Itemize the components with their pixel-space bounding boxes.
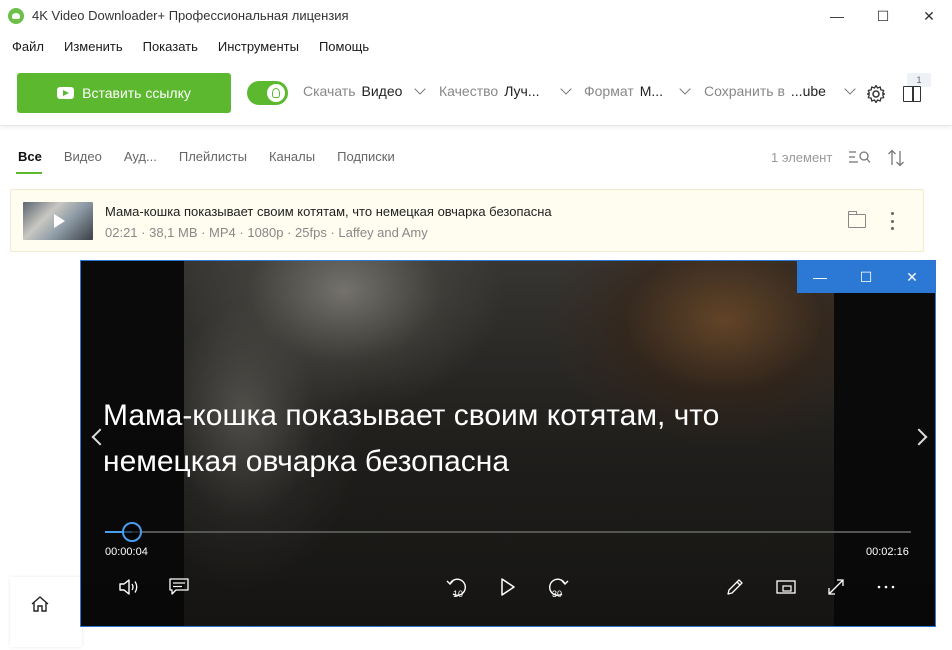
seek-handle[interactable] (121, 522, 142, 542)
save-location-select[interactable]: Сохранить в ...ube (704, 82, 856, 99)
settings-gear-icon[interactable] (866, 84, 886, 104)
mini-view-icon (776, 580, 796, 594)
fullscreen-icon (828, 579, 844, 595)
download-type-value: Видео (361, 83, 403, 99)
chevron-down-icon (414, 82, 427, 95)
toolbar: Вставить ссылку Скачать Видео Качество Л… (0, 62, 952, 126)
subtitles-icon (169, 578, 189, 595)
menu-tools[interactable]: Инструменты (208, 36, 309, 58)
chevron-down-icon (844, 82, 856, 95)
format-label: Формат (584, 83, 634, 99)
quality-value: Луч... (504, 83, 540, 99)
sort-icon[interactable] (887, 149, 905, 167)
more-options-icon[interactable] (891, 212, 895, 230)
home-icon[interactable] (31, 596, 49, 612)
filter-tabs: Все Видео Ауд... Плейлисты Каналы Подпис… (0, 146, 395, 174)
tab-channels[interactable]: Каналы (269, 146, 315, 174)
total-time: 00:02:16 (866, 546, 909, 558)
tab-playlists[interactable]: Плейлисты (179, 146, 247, 174)
search-list-icon[interactable] (849, 150, 871, 164)
video-thumbnail[interactable] (23, 202, 93, 240)
fullscreen-button[interactable] (822, 573, 850, 601)
skip-back-icon: 10 (446, 578, 466, 599)
smart-mode-toggle[interactable] (247, 81, 288, 105)
subtitles-button[interactable] (165, 573, 193, 601)
download-item-title: Мама-кошка показывает своим котятам, что… (105, 204, 552, 219)
minimize-button[interactable]: — (814, 0, 860, 32)
skip-back-label: 10 (453, 589, 463, 599)
volume-icon (119, 579, 138, 595)
player-title-bar: — ☐ ✕ (797, 261, 935, 293)
lightbulb-icon (272, 88, 280, 98)
play-icon (54, 214, 65, 228)
skip-back-button[interactable]: 10 (443, 573, 471, 601)
quality-select[interactable]: Качество Луч... (439, 82, 572, 99)
pencil-icon (727, 579, 743, 595)
toggle-knob (267, 84, 285, 102)
app-logo-icon (8, 8, 24, 24)
skip-forward-label: 30 (552, 589, 562, 599)
skip-forward-icon: 30 (549, 578, 569, 599)
chevron-down-icon (559, 82, 572, 95)
format-value: M... (639, 83, 664, 99)
current-time: 00:00:04 (105, 546, 148, 558)
close-button[interactable]: ✕ (906, 0, 952, 32)
video-player-window[interactable]: — ☐ ✕ Мама-кошка показывает своим котята… (80, 260, 936, 627)
title-bar: 4K Video Downloader+ Профессиональная ли… (0, 0, 952, 32)
more-horizontal-icon (877, 585, 895, 589)
paste-link-label: Вставить ссылку (82, 85, 191, 101)
video-title: Мама-кошка показывает своим котятам, что… (103, 399, 720, 478)
volume-button[interactable] (115, 573, 143, 601)
menu-bar: Файл Изменить Показать Инструменты Помощ… (0, 36, 379, 58)
download-list-item[interactable]: Мама-кошка показывает своим котятам, что… (10, 189, 924, 252)
player-close-button[interactable]: ✕ (889, 261, 935, 293)
format-select[interactable]: Формат M... (584, 82, 691, 99)
menu-file[interactable]: Файл (0, 36, 54, 58)
subscriptions-book-icon[interactable] (903, 86, 921, 102)
save-location-value: ...ube (790, 83, 826, 99)
menu-edit[interactable]: Изменить (54, 36, 133, 58)
background-app-panel (10, 577, 82, 647)
skip-forward-button[interactable]: 30 (544, 573, 572, 601)
download-type-select[interactable]: Скачать Видео (303, 82, 427, 99)
subscription-count-badge: 1 (907, 73, 931, 87)
edit-button[interactable] (721, 573, 749, 601)
tab-subscriptions[interactable]: Подписки (337, 146, 395, 174)
menu-view[interactable]: Показать (133, 36, 208, 58)
tab-video[interactable]: Видео (64, 146, 102, 174)
player-minimize-button[interactable]: — (797, 261, 843, 293)
youtube-icon (57, 87, 75, 99)
tab-all[interactable]: Все (16, 146, 42, 174)
quality-label: Качество (439, 83, 499, 99)
menu-help[interactable]: Помощь (309, 36, 379, 58)
folder-icon[interactable] (847, 211, 866, 228)
player-maximize-button[interactable]: ☐ (843, 261, 889, 293)
chevron-down-icon (679, 82, 691, 95)
item-count: 1 элемент (771, 150, 833, 165)
mini-view-button[interactable] (772, 573, 800, 601)
paste-link-button[interactable]: Вставить ссылку (17, 73, 231, 113)
window-title: 4K Video Downloader+ Профессиональная ли… (32, 8, 349, 23)
play-icon (501, 578, 515, 596)
tab-audio[interactable]: Ауд... (124, 146, 157, 174)
download-item-meta: 02:21 · 38,1 MB · MP4 · 1080p · 25fps · … (105, 225, 428, 240)
download-type-label: Скачать (303, 83, 356, 99)
maximize-button[interactable]: ☐ (860, 0, 906, 32)
play-button[interactable] (494, 573, 522, 601)
more-options-button[interactable] (872, 573, 900, 601)
seek-bar[interactable] (105, 522, 911, 542)
save-location-label: Сохранить в (704, 83, 785, 99)
